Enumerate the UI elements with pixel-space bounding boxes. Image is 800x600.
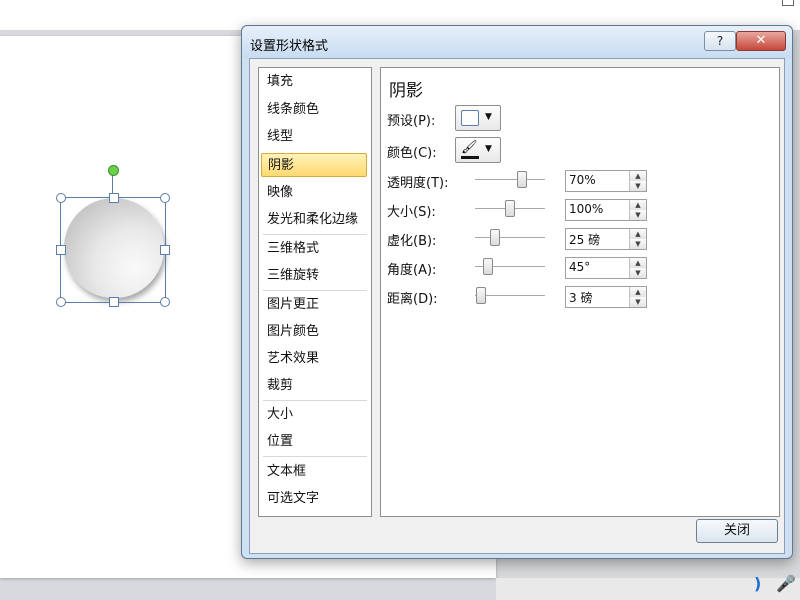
transparency-slider-thumb[interactable] <box>517 171 527 188</box>
color-picker[interactable]: 🖌 ▼ <box>455 137 501 163</box>
spin-down-icon[interactable]: ▼ <box>630 181 646 191</box>
resize-handle-top-left[interactable] <box>56 193 66 203</box>
close-button[interactable]: 关闭 <box>696 519 778 543</box>
resize-handle-right[interactable] <box>160 245 170 255</box>
category-artistic-effects[interactable]: 艺术效果 <box>261 347 367 371</box>
spin-down-icon[interactable]: ▼ <box>630 268 646 278</box>
category-3d-rotation[interactable]: 三维旋转 <box>261 264 367 288</box>
category-line-style[interactable]: 线型 <box>261 125 367 149</box>
spin-down-icon[interactable]: ▼ <box>630 210 646 220</box>
shadow-preset-icon <box>461 110 479 126</box>
distance-value: 3 磅 <box>569 291 593 305</box>
window-restore-icon[interactable] <box>782 0 794 6</box>
size-label: 大小(S): <box>387 205 436 220</box>
spinner-buttons: ▲ ▼ <box>629 200 646 220</box>
selection-box <box>60 197 166 303</box>
moon-icon: ) <box>754 574 762 593</box>
chevron-down-icon: ▼ <box>485 144 492 154</box>
category-text-box[interactable]: 文本框 <box>261 460 367 484</box>
resize-handle-bottom-left[interactable] <box>56 297 66 307</box>
blur-slider-thumb[interactable] <box>490 229 500 246</box>
transparency-spinner[interactable]: 70% ▲ ▼ <box>565 170 647 192</box>
angle-label: 角度(A): <box>387 263 437 278</box>
category-position[interactable]: 位置 <box>261 430 367 454</box>
category-3d-format[interactable]: 三维格式 <box>261 237 367 261</box>
category-divider <box>263 290 367 291</box>
spinner-buttons: ▲ ▼ <box>629 287 646 307</box>
category-divider <box>263 234 367 235</box>
size-spinner[interactable]: 100% ▲ ▼ <box>565 199 647 221</box>
spin-down-icon[interactable]: ▼ <box>630 297 646 307</box>
preset-picker[interactable]: ▼ <box>455 105 501 131</box>
dialog-titlebar[interactable]: 设置形状格式 ? ✕ <box>242 26 792 58</box>
distance-spinner[interactable]: 3 磅 ▲ ▼ <box>565 286 647 308</box>
category-picture-corrections[interactable]: 图片更正 <box>261 293 367 317</box>
close-icon: ✕ <box>755 33 767 48</box>
chevron-down-icon: ▼ <box>485 112 492 122</box>
category-picture-color[interactable]: 图片颜色 <box>261 320 367 344</box>
blur-spinner[interactable]: 25 磅 ▲ ▼ <box>565 228 647 250</box>
blur-value: 25 磅 <box>569 233 601 247</box>
resize-handle-left[interactable] <box>56 245 66 255</box>
rotation-handle[interactable] <box>108 165 119 176</box>
angle-spinner[interactable]: 45° ▲ ▼ <box>565 257 647 279</box>
paint-bucket-icon: 🖌 <box>461 140 478 155</box>
spinner-buttons: ▲ ▼ <box>629 258 646 278</box>
resize-handle-bottom-right[interactable] <box>160 297 170 307</box>
size-slider-thumb[interactable] <box>505 200 515 217</box>
shadow-panel: 阴影 预设(P): ▼ 颜色(C): 🖌 ▼ 透明度(T): 70% ▲ ▼ 大… <box>380 67 780 517</box>
help-button[interactable]: ? <box>704 31 736 51</box>
transparency-label: 透明度(T): <box>387 176 449 191</box>
category-divider <box>263 400 367 401</box>
distance-slider-thumb[interactable] <box>476 287 487 304</box>
category-line-color[interactable]: 线条颜色 <box>261 98 367 122</box>
blur-slider[interactable] <box>475 237 545 238</box>
transparency-slider[interactable] <box>475 179 545 180</box>
category-shadow[interactable]: 阴影 <box>261 153 367 177</box>
color-label: 颜色(C): <box>387 146 437 161</box>
current-color-bar <box>461 156 479 159</box>
dialog-client: 填充 线条颜色 线型 阴影 映像 发光和柔化边缘 三维格式 三维旋转 图片更正 … <box>249 58 785 554</box>
microphone-icon[interactable]: 🎤 <box>776 574 796 593</box>
dialog-title: 设置形状格式 <box>250 39 329 54</box>
resize-handle-top-right[interactable] <box>160 193 170 203</box>
category-crop[interactable]: 裁剪 <box>261 374 367 398</box>
spin-down-icon[interactable]: ▼ <box>630 239 646 249</box>
category-alt-text[interactable]: 可选文字 <box>261 487 367 511</box>
spinner-buttons: ▲ ▼ <box>629 171 646 191</box>
resize-handle-top[interactable] <box>109 193 119 203</box>
category-list: 填充 线条颜色 线型 阴影 映像 发光和柔化边缘 三维格式 三维旋转 图片更正 … <box>258 67 372 517</box>
size-value: 100% <box>569 202 604 216</box>
resize-handle-bottom[interactable] <box>109 297 119 307</box>
question-icon: ? <box>716 34 724 48</box>
blur-label: 虚化(B): <box>387 234 437 249</box>
preset-label: 预设(P): <box>387 114 436 129</box>
angle-value: 45° <box>569 260 591 274</box>
category-divider <box>263 456 367 457</box>
close-window-button[interactable]: ✕ <box>736 31 786 51</box>
angle-slider-thumb[interactable] <box>482 258 493 275</box>
format-shape-dialog: 设置形状格式 ? ✕ 填充 线条颜色 线型 阴影 映像 发光和柔化边缘 三维格式… <box>241 25 793 559</box>
category-fill[interactable]: 填充 <box>261 70 367 94</box>
category-glow-soft-edges[interactable]: 发光和柔化边缘 <box>261 208 367 232</box>
distance-label: 距离(D): <box>387 292 438 307</box>
spinner-buttons: ▲ ▼ <box>629 229 646 249</box>
category-reflection[interactable]: 映像 <box>261 181 367 205</box>
panel-heading: 阴影 <box>389 81 423 101</box>
category-size[interactable]: 大小 <box>261 403 367 427</box>
transparency-value: 70% <box>569 173 596 187</box>
